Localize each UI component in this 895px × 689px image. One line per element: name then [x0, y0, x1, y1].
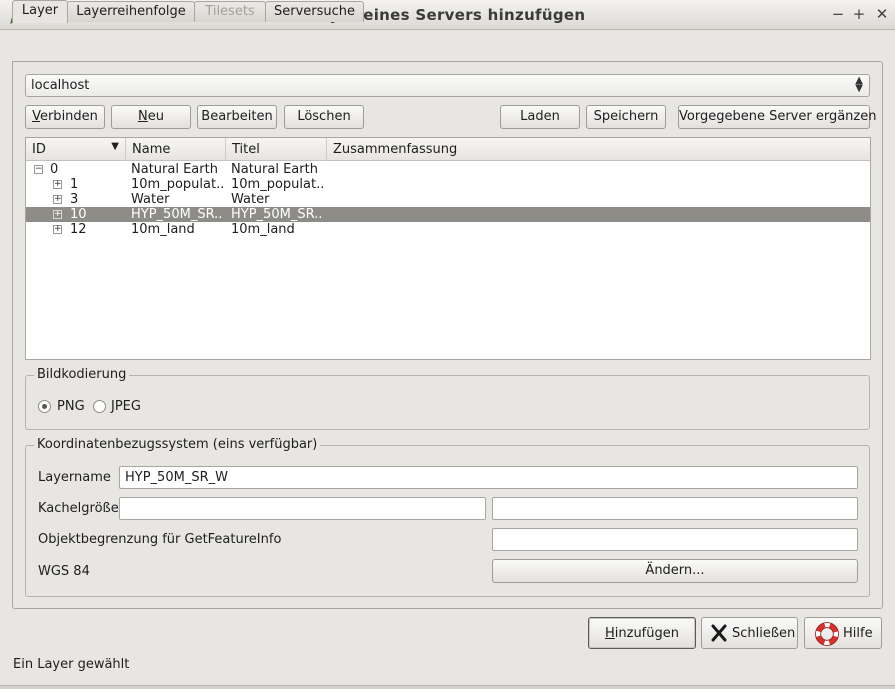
featureinfo-label: Objektbegrenzung für GetFeatureInfo — [38, 532, 282, 547]
column-header-summary[interactable]: Zusammenfassung — [327, 138, 870, 161]
png-radio[interactable] — [38, 400, 51, 413]
tree-row[interactable]: − 0 Natural Earth Natural Earth — [26, 162, 870, 177]
close-icon — [711, 624, 727, 642]
row-title: 10m_land — [231, 222, 295, 237]
row-title: HYP_50M_SR... — [231, 207, 323, 222]
row-name: 10m_populat... — [131, 177, 223, 192]
row-name: 10m_land — [131, 222, 195, 237]
image-encoding-group — [25, 375, 870, 430]
status-text: Ein Layer gewählt — [13, 657, 130, 672]
tab-server-search[interactable]: Serversuche — [265, 1, 364, 22]
row-id: 10 — [70, 207, 87, 222]
window-bottom-edge — [0, 685, 895, 689]
minimize-button[interactable]: − — [830, 5, 846, 23]
add-default-servers-button[interactable]: Vorgegebene Server ergänzen — [678, 105, 876, 129]
tree-header: ID ▼ Name Titel Zusammenfassung — [26, 138, 870, 161]
image-encoding-title: Bildkodierung — [34, 367, 130, 382]
add-button[interactable]: Hinzufügen — [588, 617, 696, 649]
connect-button[interactable]: Verbinden — [25, 105, 105, 129]
row-id: 3 — [70, 192, 79, 207]
delete-button[interactable]: Löschen — [284, 105, 364, 129]
maximize-button[interactable]: + — [851, 5, 867, 23]
layername-label: Layername — [38, 470, 111, 485]
help-button[interactable]: Hilfe — [804, 617, 882, 649]
tilesize-width-field[interactable] — [119, 497, 486, 520]
row-name: Water — [131, 192, 170, 207]
edit-button[interactable]: Bearbeiten — [197, 105, 277, 129]
tilesize-height-field[interactable] — [492, 497, 858, 520]
tilesize-label: Kachelgröße — [38, 501, 119, 516]
row-title: 10m_populat... — [231, 177, 323, 192]
row-name: HYP_50M_SR... — [131, 207, 223, 222]
row-title: Natural Earth — [231, 162, 318, 177]
server-connection-select[interactable]: localhost ▲ ▼ — [25, 74, 870, 97]
crs-group-title: Koordinatenbezugssystem (eins verfügbar) — [34, 437, 321, 452]
new-button[interactable]: Neu — [111, 105, 191, 129]
jpeg-label[interactable]: JPEG — [111, 399, 141, 414]
column-header-title[interactable]: Titel — [226, 138, 327, 161]
layername-field[interactable]: HYP_50M_SR_W — [119, 466, 858, 489]
png-label[interactable]: PNG — [57, 399, 85, 414]
close-button[interactable]: Schließen — [701, 617, 798, 649]
jpeg-radio[interactable] — [93, 400, 106, 413]
row-id: 12 — [70, 222, 87, 237]
tab-layer-order[interactable]: Layerreihenfolge — [67, 1, 195, 22]
tab-tilesets: Tilesets — [194, 1, 266, 22]
column-header-id[interactable]: ID ▼ — [26, 138, 126, 161]
tree-row[interactable]: + 12 10m_land 10m_land — [26, 222, 870, 237]
row-id: 0 — [50, 162, 59, 177]
expand-icon[interactable]: + — [53, 180, 62, 189]
updown-arrows-icon: ▲ ▼ — [855, 75, 863, 94]
expand-icon[interactable]: + — [53, 210, 62, 219]
server-connection-value: localhost — [31, 78, 90, 93]
column-header-name[interactable]: Name — [126, 138, 226, 161]
layer-tree[interactable]: ID ▼ Name Titel Zusammenfassung − 0 Natu… — [25, 137, 871, 360]
load-button[interactable]: Laden — [500, 105, 580, 129]
crs-name: WGS 84 — [38, 564, 90, 579]
featureinfo-field[interactable] — [492, 528, 858, 551]
tree-row[interactable]: + 1 10m_populat... 10m_populat... — [26, 177, 870, 192]
expand-icon[interactable]: + — [53, 225, 62, 234]
change-crs-button[interactable]: Ändern... — [492, 559, 858, 583]
close-window-button[interactable]: ✕ — [874, 5, 890, 23]
tree-row[interactable]: + 3 Water Water — [26, 192, 870, 207]
help-lifebuoy-icon — [815, 622, 839, 646]
row-name: Natural Earth — [131, 162, 218, 177]
tab-layer[interactable]: Layer — [12, 0, 68, 23]
sort-chevron-icon: ▼ — [111, 141, 119, 152]
tree-row-selected[interactable]: + 10 HYP_50M_SR... HYP_50M_SR... — [26, 207, 870, 222]
save-button[interactable]: Speichern — [586, 105, 666, 129]
row-id: 1 — [70, 177, 79, 192]
expand-icon[interactable]: + — [53, 195, 62, 204]
row-title: Water — [231, 192, 270, 207]
collapse-icon[interactable]: − — [34, 165, 43, 174]
